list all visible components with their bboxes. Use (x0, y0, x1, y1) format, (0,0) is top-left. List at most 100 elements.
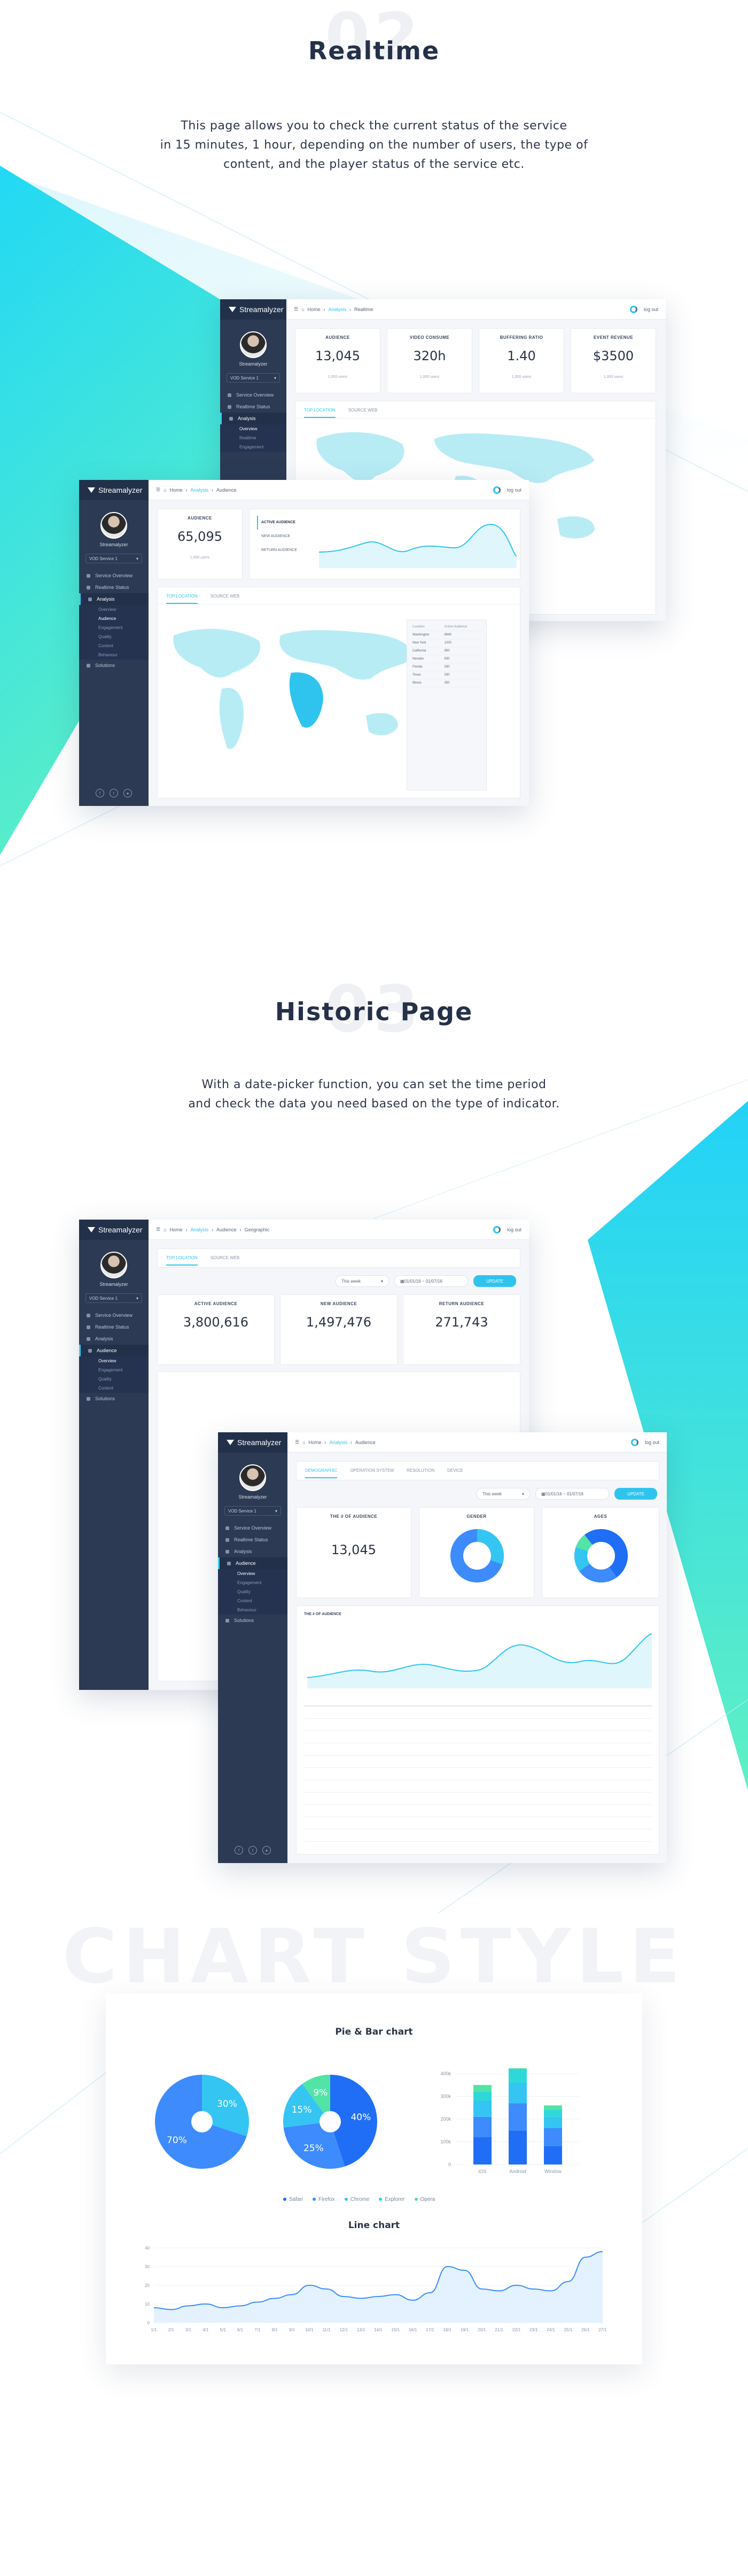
settings-icon[interactable] (493, 1225, 501, 1233)
tab-source-web[interactable]: SOURCE WEB (211, 594, 240, 604)
logout-link[interactable]: log out (507, 487, 521, 493)
table-row: New York 1200 (410, 639, 483, 647)
table-row: Texas 330 (410, 671, 483, 679)
sidebar-item-service-overview[interactable]: Service Overview (220, 389, 286, 401)
sidebar-item-analysis[interactable]: Analysis (220, 413, 286, 424)
sidebar-sub-content[interactable]: Content (79, 641, 149, 650)
brand-logo[interactable]: Streamalyzer (79, 1220, 149, 1240)
logout-link[interactable]: log out (507, 1227, 521, 1232)
facebook-icon[interactable]: f (96, 789, 104, 797)
audience-line-panel: THE # OF AUDIENCE (296, 1605, 659, 1855)
line-xtick: 16/1 (409, 2327, 417, 2332)
kpi-card-buffering-ratio: BUFFERING RATIO 1.40 1,000 users (479, 328, 564, 393)
brand-logo[interactable]: Streamalyzer (218, 1432, 287, 1453)
geo-panel: TOP LOCATION SOURCE WEB Location Active A… (157, 587, 520, 798)
line-xtick: 25/1 (564, 2327, 573, 2332)
twitter-icon[interactable]: t (248, 1846, 257, 1855)
sidebar-item-analysis[interactable]: Analysis (79, 593, 149, 605)
sidebar-item-realtime-status[interactable]: Realtime Status (79, 581, 149, 593)
logout-link[interactable]: log out (644, 307, 658, 312)
date-range-picker[interactable]: ▦ 01/01/16 ~ 01/07/16 (394, 1275, 468, 1287)
update-button[interactable]: UPDATE (614, 1488, 657, 1500)
sidebar-sub-overview[interactable]: Overview (79, 605, 149, 614)
topbar: ☰ ⌂ Home › Analysis › Audience log out (149, 480, 529, 500)
home-icon[interactable]: ⌂ (302, 1440, 305, 1445)
line-xtick: 11/1 (323, 2327, 331, 2332)
bar-ytick: 0 (448, 2162, 451, 2167)
sidebar-sub-engagement[interactable]: Engagement (220, 443, 286, 452)
sidebar-sub-quality[interactable]: Quality (79, 632, 149, 641)
ages-card: AGES (542, 1507, 659, 1598)
tab-top-location[interactable]: TOP LOCATION (166, 594, 198, 604)
facebook-icon[interactable]: f (235, 1846, 243, 1855)
line-xtick: 17/1 (426, 2327, 434, 2332)
service-select[interactable]: VOD Service 1 ▾ (227, 373, 280, 383)
demographic-table (304, 1705, 652, 1844)
pie1-label-3: 9% (313, 2088, 328, 2098)
sidebar-sub-realtime[interactable]: Realtime (220, 433, 286, 443)
sidebar-sub-overview[interactable]: Overview (220, 424, 286, 433)
update-button[interactable]: UPDATE (473, 1275, 516, 1287)
menu-icon[interactable]: ☰ (156, 487, 160, 493)
active-audience-chart-card: ACTIVE AUDIENCE NEW AUDIENCE RETURN AUDI… (249, 509, 520, 579)
line-xtick: 10/1 (305, 2327, 314, 2332)
settings-icon[interactable] (630, 1438, 638, 1446)
bar-ytick: 100k (440, 2139, 451, 2145)
brand-logo[interactable]: Streamalyzer (79, 480, 149, 500)
logout-link[interactable]: log out (645, 1440, 659, 1445)
settings-icon[interactable] (493, 486, 501, 494)
line-area (154, 2252, 603, 2323)
sidebar-sub-engagement[interactable]: Engagement (79, 623, 149, 632)
twitter-icon[interactable]: t (110, 789, 118, 797)
breadcrumb-analysis[interactable]: Analysis (329, 307, 347, 312)
section-title: Historic Page (275, 997, 473, 1026)
calendar-icon: ▦ (541, 1491, 546, 1496)
line-xtick: 1/1 (151, 2327, 157, 2332)
pie-charts: 30% 70% 40% 25% 15%9% (155, 2075, 377, 2169)
period-select[interactable]: This week ▾ (477, 1488, 530, 1500)
menu-icon[interactable]: ☰ (295, 1439, 299, 1445)
kpi-card-audience: AUDIENCE 13,045 1,000 users (295, 328, 380, 393)
home-icon[interactable]: ⌂ (163, 487, 166, 493)
legend-item: Explorer (379, 2197, 405, 2202)
tab-source-web[interactable]: SOURCE WEB (348, 408, 378, 418)
sidebar-sub-behaviour[interactable]: Behaviour (79, 650, 149, 659)
chart-style-panel: Pie & Bar chart 30% 70% 40% 25% 15% 9% 400k 30… (106, 1993, 642, 2364)
line-xtick: 15/1 (392, 2327, 400, 2332)
line-title: Line chart (348, 2220, 400, 2231)
menu-icon[interactable]: ☰ (294, 306, 298, 312)
pie-bar-title: Pie & Bar chart (335, 2027, 413, 2037)
breadcrumb-home[interactable]: Home (308, 307, 321, 312)
line-xtick: 13/1 (357, 2327, 365, 2332)
sidebar-sub-audience[interactable]: Audience (79, 614, 149, 623)
brand-logo[interactable]: Streamalyzer (220, 299, 286, 320)
breadcrumb-realtime: Realtime (354, 306, 373, 312)
line-xtick: 19/1 (461, 2327, 469, 2332)
sidebar-item-solutions[interactable]: Solutions (79, 659, 149, 671)
period-select[interactable]: This week ▾ (336, 1275, 389, 1287)
service-select[interactable]: VOD Service 1 ▾ (85, 554, 142, 563)
avatar[interactable] (100, 1252, 127, 1278)
home-icon[interactable]: ⌂ (301, 307, 304, 312)
kpi-card-video-consume: VIDEO CONSUME 320h 1,000 users (387, 328, 472, 393)
active-audience-sparkline (319, 523, 517, 568)
line-xtick: 21/1 (495, 2327, 503, 2332)
bar-ytick: 200k (440, 2116, 451, 2122)
service-select[interactable]: VOD Service 1 ▾ (224, 1506, 281, 1516)
date-range-picker[interactable]: ▦ 01/01/16 ~ 01/07/16 (535, 1488, 609, 1500)
home-icon[interactable]: ⌂ (163, 1227, 166, 1232)
service-select[interactable]: VOD Service 1 ▾ (85, 1293, 142, 1303)
bar-1-2 (509, 2083, 527, 2104)
user-icon[interactable]: ● (123, 789, 132, 797)
settings-icon[interactable] (629, 305, 637, 313)
sidebar-item-service-overview[interactable]: Service Overview (79, 570, 149, 581)
user-icon[interactable]: ● (262, 1846, 271, 1855)
tab-top-location[interactable]: TOP LOCATION (304, 408, 336, 418)
sidebar-item-realtime-status[interactable]: Realtime Status (220, 401, 286, 413)
avatar[interactable] (239, 1464, 266, 1491)
kpi-card-active-audience: ACTIVE AUDIENCE 3,800,616 (157, 1294, 275, 1365)
avatar[interactable] (240, 331, 267, 358)
line-xtick: 9/1 (289, 2327, 295, 2332)
menu-icon[interactable]: ☰ (156, 1227, 160, 1232)
avatar[interactable] (100, 512, 127, 539)
